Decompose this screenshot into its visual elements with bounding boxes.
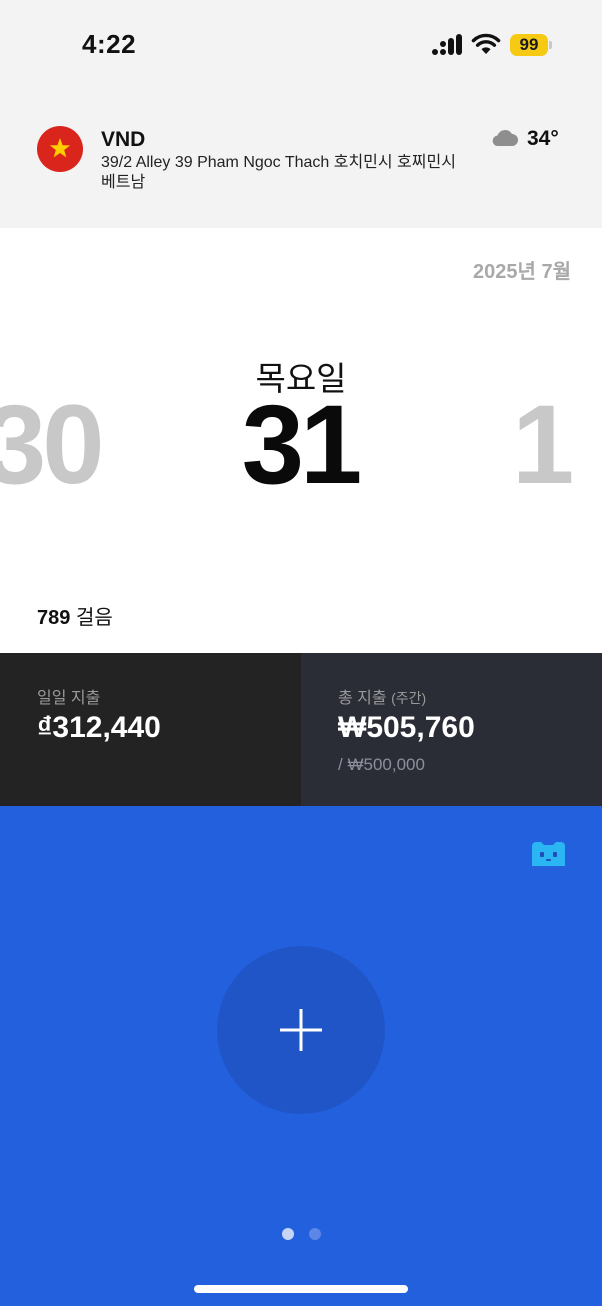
weekly-spending-amount: ₩505,760 xyxy=(338,711,475,744)
wifi-icon xyxy=(471,33,501,54)
step-count: 789 xyxy=(37,607,71,629)
daily-spending-label: 일일 지출 xyxy=(37,690,101,707)
location-header[interactable]: VND 39/2 Alley 39 Pham Ngoc Thach 호치민시 호… xyxy=(0,100,602,228)
step-counter: 789 걸음 xyxy=(37,601,113,630)
daily-spending-card[interactable]: 일일 지출 ₫312,440 xyxy=(0,653,301,806)
location-address: 39/2 Alley 39 Pham Ngoc Thach 호치민시 호찌민시 … xyxy=(101,154,456,191)
currency-code: VND xyxy=(101,128,146,151)
battery-cap xyxy=(549,41,552,49)
next-day[interactable]: 1 xyxy=(512,380,574,509)
home-indicator[interactable] xyxy=(194,1285,408,1293)
temperature: 34° xyxy=(527,127,559,150)
current-day[interactable]: 31 xyxy=(0,380,600,509)
weekly-period-label: (주간) xyxy=(391,690,427,706)
weekly-spending-card[interactable]: 총 지출 (주간) ₩505,760 / ₩500,000 xyxy=(301,653,602,806)
weekly-spending-label: 총 지출 xyxy=(338,690,387,707)
plus-icon xyxy=(280,1009,322,1051)
step-unit: 걸음 xyxy=(75,607,113,629)
month-label[interactable]: 2025년 7월 xyxy=(473,255,571,284)
bot-icon[interactable] xyxy=(532,842,565,866)
page-indicator-2[interactable] xyxy=(309,1228,321,1240)
weekly-budget: / ₩500,000 xyxy=(338,755,425,774)
add-expense-panel xyxy=(0,806,602,1306)
cellular-signal-icon xyxy=(432,34,462,55)
add-expense-button[interactable] xyxy=(217,946,385,1114)
vietnam-flag-icon xyxy=(37,126,83,172)
daily-spending-amount: ₫312,440 xyxy=(37,711,161,744)
page-indicator-1[interactable] xyxy=(282,1228,294,1240)
cloud-icon xyxy=(492,130,518,146)
battery-indicator: 99 xyxy=(510,34,548,56)
status-time: 4:22 xyxy=(82,29,137,59)
status-bar: 4:22 99 xyxy=(0,0,602,100)
weekly-spending-label-group: 총 지출 (주간) xyxy=(338,684,426,708)
